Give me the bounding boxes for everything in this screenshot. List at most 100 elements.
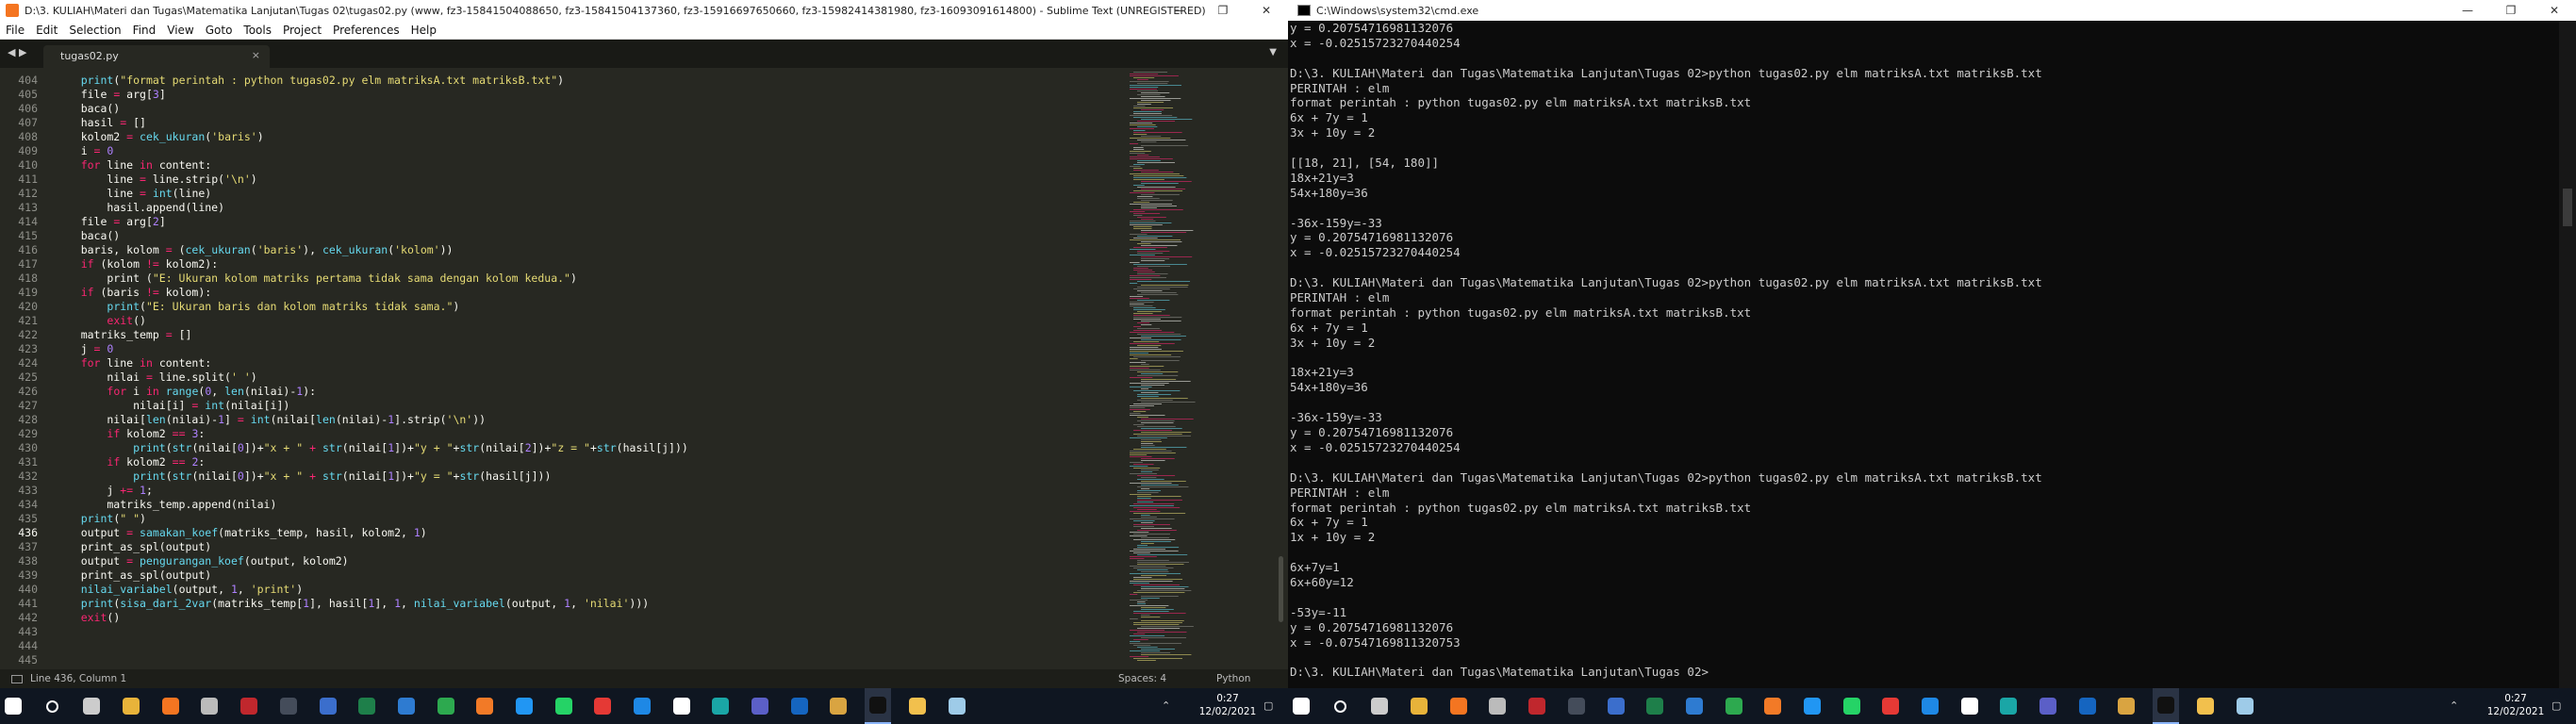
maximize-icon[interactable]: ❐: [1201, 0, 1245, 21]
indent-setting[interactable]: Spaces: 4: [1118, 673, 1166, 684]
isis-icon[interactable]: [786, 688, 813, 724]
code-line[interactable]: print("E: Ukuran baris dan kolom matriks…: [55, 300, 688, 314]
vscode-icon[interactable]: [1681, 688, 1708, 724]
menu-project[interactable]: Project: [277, 24, 327, 37]
code-line[interactable]: file = arg[3]: [55, 88, 688, 102]
tab-close-icon[interactable]: ×: [252, 49, 260, 61]
notes-icon[interactable]: [2232, 688, 2258, 724]
cmd-icon[interactable]: [2153, 688, 2180, 724]
code-line[interactable]: for line in content:: [55, 158, 688, 173]
clock-right[interactable]: 0:27 12/02/2021: [2485, 692, 2546, 718]
windows-icon[interactable]: [1288, 688, 1314, 724]
notification-icon-right[interactable]: ▢: [2551, 699, 2561, 712]
tray-chevron-icon-right[interactable]: ⌃: [2450, 699, 2458, 712]
settings-icon[interactable]: [1484, 688, 1511, 724]
code-line[interactable]: print(str(nilai[0])+"x + " + str(nilai[1…: [55, 441, 688, 455]
code-area[interactable]: print("format perintah : python tugas02.…: [55, 74, 688, 667]
search-icon[interactable]: [1328, 688, 1354, 724]
firefox-icon[interactable]: [471, 688, 498, 724]
code-line[interactable]: nilai[len(nilai)-1] = int(nilai[len(nila…: [55, 413, 688, 427]
cmd-scrollbar[interactable]: [2559, 21, 2576, 688]
console-output[interactable]: y = 0.20754716981132076 x = -0.0251572327…: [1290, 21, 2544, 686]
notes-icon[interactable]: [944, 688, 970, 724]
sublime-text-icon[interactable]: [157, 688, 184, 724]
folder-icon[interactable]: [2192, 688, 2219, 724]
task-view-icon[interactable]: [1366, 688, 1393, 724]
sublime-text-icon[interactable]: [1445, 688, 1472, 724]
menu-file[interactable]: File: [0, 24, 30, 37]
steam-icon[interactable]: [1642, 688, 1668, 724]
mail-icon[interactable]: [629, 688, 655, 724]
file-explorer-icon[interactable]: [1406, 688, 1432, 724]
notification-icon[interactable]: ▢: [1263, 699, 1273, 712]
tab-dropdown-icon[interactable]: ▼: [1269, 47, 1277, 58]
isis-icon[interactable]: [2074, 688, 2101, 724]
bip-icon[interactable]: [707, 688, 734, 724]
code-editor[interactable]: 404 405 406 407 408 409 410 411 412 413 414 415 416 4…: [0, 68, 1288, 669]
whatsapp-icon[interactable]: [1839, 688, 1865, 724]
minimize-icon[interactable]: —: [1158, 0, 1201, 21]
anydesk-icon[interactable]: [589, 688, 616, 724]
code-line[interactable]: hasil = []: [55, 116, 688, 130]
menu-selection[interactable]: Selection: [63, 24, 126, 37]
teams-meet-icon[interactable]: [511, 688, 537, 724]
syntax-language[interactable]: Python: [1216, 673, 1250, 684]
code-line[interactable]: if (baris != kolom):: [55, 286, 688, 300]
microsoft-teams-icon[interactable]: [747, 688, 773, 724]
code-line[interactable]: nilai = line.split(' '): [55, 370, 688, 385]
code-line[interactable]: hasil.append(line): [55, 201, 688, 215]
code-line[interactable]: exit(): [55, 314, 688, 328]
search-icon[interactable]: [40, 688, 66, 724]
chrome-icon[interactable]: [1721, 688, 1747, 724]
edge-icon[interactable]: [825, 688, 851, 724]
menu-goto[interactable]: Goto: [200, 24, 239, 37]
code-line[interactable]: exit(): [55, 611, 688, 625]
cmd-minimize-icon[interactable]: —: [2446, 0, 2489, 21]
microsoft-teams-icon[interactable]: [2035, 688, 2061, 724]
windows-icon[interactable]: [0, 688, 26, 724]
code-line[interactable]: for line in content:: [55, 356, 688, 370]
code-line[interactable]: [55, 625, 688, 639]
folder-icon[interactable]: [904, 688, 931, 724]
code-line[interactable]: i = 0: [55, 144, 688, 158]
menu-tools[interactable]: Tools: [238, 24, 277, 37]
editor-scroll-thumb[interactable]: [1279, 556, 1283, 622]
task-view-icon[interactable]: [78, 688, 105, 724]
tab-nav-arrows-icon[interactable]: ◀ ▶: [8, 46, 26, 58]
cmd-icon[interactable]: [865, 688, 892, 724]
terminal-icon[interactable]: [1563, 688, 1590, 724]
code-line[interactable]: j = 0: [55, 342, 688, 356]
network-icon[interactable]: [315, 688, 341, 724]
anydesk-icon[interactable]: [1877, 688, 1904, 724]
code-line[interactable]: baris, kolom = (cek_ukuran('baris'), cek…: [55, 243, 688, 257]
code-line[interactable]: nilai[i] = int(nilai[i]): [55, 399, 688, 413]
whatsapp-icon[interactable]: [551, 688, 577, 724]
chrome-icon[interactable]: [433, 688, 459, 724]
close-icon[interactable]: ✕: [1245, 0, 1288, 21]
notion-icon[interactable]: [1957, 688, 1983, 724]
code-line[interactable]: kolom2 = cek_ukuran('baris'): [55, 130, 688, 144]
code-line[interactable]: print ("E: Ukuran kolom matriks pertama …: [55, 272, 688, 286]
menu-find[interactable]: Find: [127, 24, 162, 37]
code-line[interactable]: line = line.strip('\n'): [55, 173, 688, 187]
menu-preferences[interactable]: Preferences: [327, 24, 405, 37]
terminal-icon[interactable]: [275, 688, 302, 724]
mail-icon[interactable]: [1917, 688, 1943, 724]
code-line[interactable]: print(str(nilai[0])+"x + " + str(nilai[1…: [55, 469, 688, 484]
steam-icon[interactable]: [354, 688, 380, 724]
tray-chevron-icon[interactable]: ⌃: [1162, 699, 1170, 712]
filezilla-icon[interactable]: [236, 688, 262, 724]
edge-icon[interactable]: [2113, 688, 2139, 724]
settings-icon[interactable]: [196, 688, 223, 724]
code-line[interactable]: print_as_spl(output): [55, 540, 688, 554]
code-line[interactable]: baca(): [55, 102, 688, 116]
filezilla-icon[interactable]: [1524, 688, 1550, 724]
notion-icon[interactable]: [669, 688, 695, 724]
menu-view[interactable]: View: [161, 24, 199, 37]
code-line[interactable]: if kolom2 == 2:: [55, 455, 688, 469]
cmd-maximize-icon[interactable]: ❐: [2489, 0, 2533, 21]
code-line[interactable]: [55, 639, 688, 653]
menu-help[interactable]: Help: [405, 24, 442, 37]
code-line[interactable]: print("format perintah : python tugas02.…: [55, 74, 688, 88]
file-explorer-icon[interactable]: [118, 688, 144, 724]
